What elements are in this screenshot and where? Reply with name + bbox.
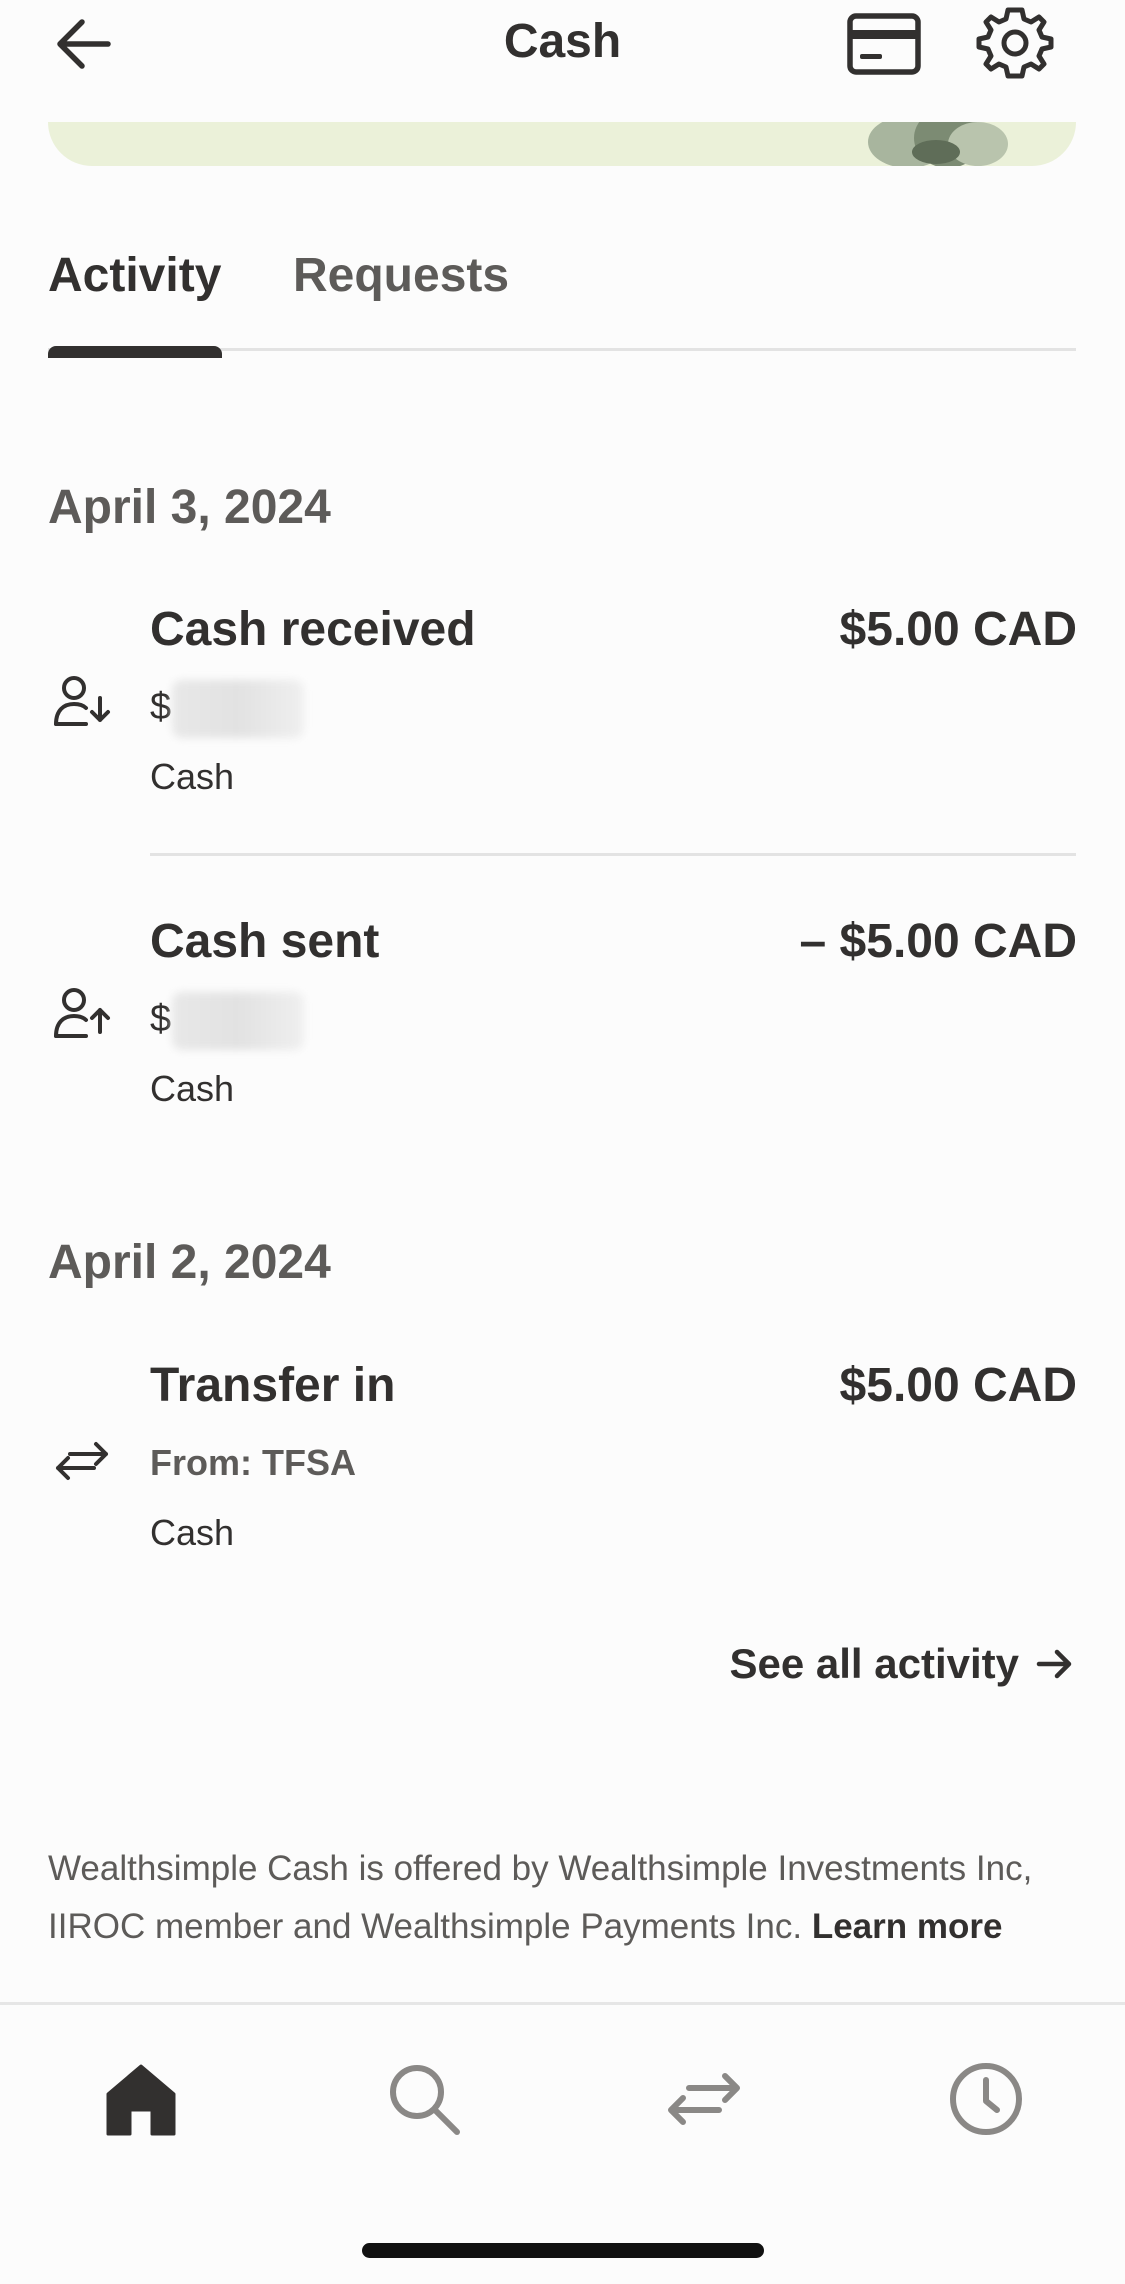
transfer-icon (56, 1442, 108, 1480)
nav-activity[interactable] (945, 2058, 1027, 2140)
transaction-account: Cash (150, 756, 235, 797)
date-header: April 3, 2024 (48, 481, 331, 534)
disclaimer: Wealthsimple Cash is offered by Wealthsi… (48, 1840, 1088, 1956)
gear-icon (976, 7, 1054, 79)
transaction-title: Transfer in (150, 1359, 396, 1412)
tab-requests[interactable]: Requests (293, 248, 509, 303)
person-receive-icon (54, 676, 110, 726)
transaction-amount: $5.00 CAD (839, 1359, 1077, 1412)
promo-banner[interactable] (48, 122, 1076, 166)
active-tab-indicator (48, 346, 222, 358)
settings-button[interactable] (976, 4, 1054, 82)
credit-card-icon (847, 13, 921, 75)
see-all-label: See all activity (729, 1640, 1019, 1687)
tab-activity[interactable]: Activity (48, 248, 221, 303)
person-send-icon (54, 988, 110, 1038)
app-header: Cash (0, 0, 1125, 125)
transaction-detail-text: $ (150, 686, 172, 728)
transaction-detail-text: $ (150, 998, 172, 1040)
search-icon (390, 2065, 460, 2135)
transaction-account: Cash (150, 1512, 235, 1553)
transaction-row[interactable]: Cash received $5.00 CAD $ Cash (0, 590, 1125, 820)
transaction-amount: $5.00 CAD (839, 603, 1077, 656)
home-indicator[interactable] (362, 2243, 764, 2258)
redacted-amount (172, 992, 304, 1050)
row-divider (150, 853, 1076, 856)
transaction-amount: – $5.00 CAD (799, 915, 1077, 968)
learn-more-link[interactable]: Learn more (812, 1907, 1003, 1946)
transaction-detail: $ (150, 686, 171, 729)
nav-transfer[interactable] (663, 2058, 745, 2140)
arrow-right-icon (1036, 1649, 1072, 1679)
transaction-row[interactable]: Cash sent – $5.00 CAD $ Cash (0, 902, 1125, 1132)
transaction-detail: $ (150, 998, 171, 1041)
card-button[interactable] (846, 10, 922, 78)
page-title: Cash (503, 15, 622, 68)
bottom-nav-divider (0, 2002, 1125, 2005)
transaction-title: Cash sent (150, 915, 380, 968)
nav-home[interactable] (100, 2058, 182, 2140)
transaction-account: Cash (150, 1068, 235, 1109)
home-icon (106, 2064, 176, 2136)
transaction-row[interactable]: Transfer in $5.00 CAD From: TFSA Cash (0, 1346, 1125, 1576)
redacted-amount (172, 680, 304, 738)
clock-icon (950, 2063, 1022, 2135)
tab-bar: Activity Requests (48, 240, 1076, 360)
date-header: April 2, 2024 (48, 1236, 331, 1289)
transaction-detail: From: TFSA (150, 1442, 356, 1483)
nav-search[interactable] (383, 2058, 465, 2140)
transfer-icon (668, 2073, 740, 2125)
transaction-title: Cash received (150, 603, 476, 656)
plant-illustration (868, 122, 1008, 166)
see-all-activity-link[interactable]: See all activity (729, 1640, 1077, 1688)
